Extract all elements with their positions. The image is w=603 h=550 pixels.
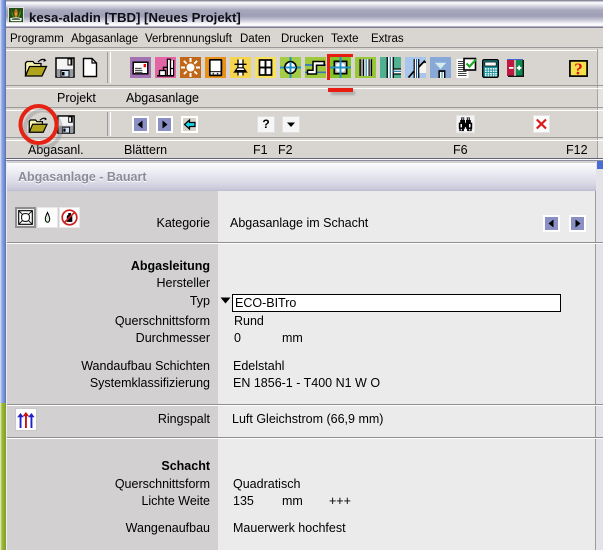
svg-text:?: ? <box>574 60 583 77</box>
